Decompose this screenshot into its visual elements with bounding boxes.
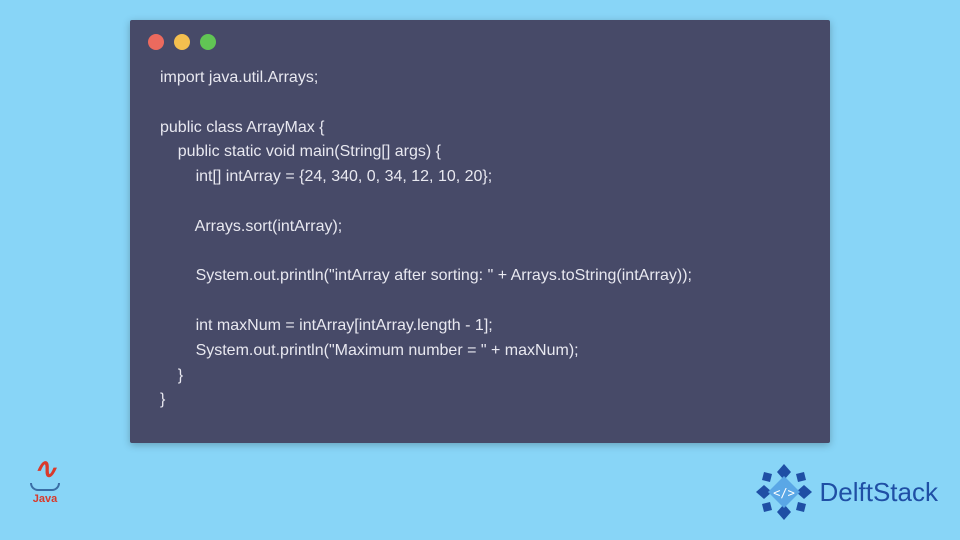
code-window: import java.util.Arrays; public class Ar… (130, 20, 830, 443)
window-titlebar (130, 20, 830, 60)
svg-text:</>: </> (773, 486, 795, 500)
maximize-icon[interactable] (200, 34, 216, 50)
minimize-icon[interactable] (174, 34, 190, 50)
delftstack-icon: </> (754, 462, 814, 522)
java-steam-icon: ∿ (33, 456, 56, 481)
java-logo-label: Java (33, 493, 57, 505)
code-content: import java.util.Arrays; public class Ar… (130, 60, 830, 423)
close-icon[interactable] (148, 34, 164, 50)
delftstack-label: DelftStack (820, 477, 939, 508)
java-logo: ∿ Java (20, 456, 70, 526)
java-cup-icon (30, 483, 60, 491)
delftstack-logo: </> DelftStack (754, 462, 939, 522)
